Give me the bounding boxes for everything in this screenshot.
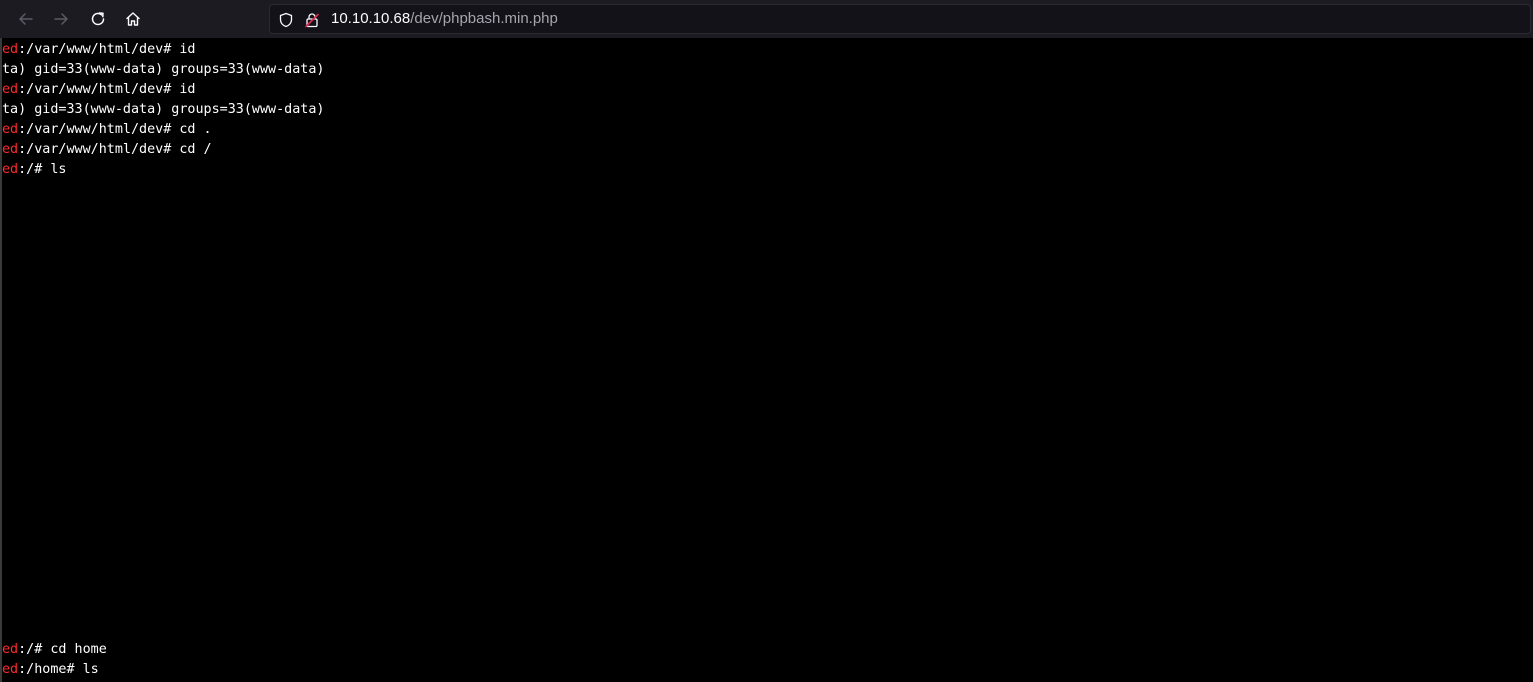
prompt-command: ls <box>74 662 99 677</box>
url-host: 10.10.10.68 <box>331 10 411 27</box>
terminal-output[interactable]: ed:/var/www/html/dev# id ta) gid=33(www-… <box>0 38 1533 682</box>
terminal-prompt-line: ed:/# cd home <box>2 640 107 660</box>
prompt-command: id <box>171 82 196 97</box>
terminal-prompt-line: ed:/var/www/html/dev# cd / <box>2 140 212 160</box>
reload-icon <box>90 11 106 27</box>
arrow-right-icon <box>53 11 69 27</box>
prompt-user: ed <box>2 42 19 57</box>
prompt-command: cd . <box>171 122 212 137</box>
command-output: ta) gid=33(www-data) groups=33(www-data) <box>2 62 325 77</box>
prompt-path: :/# <box>18 642 43 657</box>
terminal-prompt-line: ed:/home# ls <box>2 660 99 680</box>
prompt-user: ed <box>2 122 19 137</box>
reload-button[interactable] <box>84 5 112 33</box>
prompt-command: cd / <box>171 142 212 157</box>
prompt-path: :/var/www/html/dev# <box>18 122 172 137</box>
terminal-prompt-line: ed:/var/www/html/dev# id <box>2 40 196 60</box>
insecure-lock-icon[interactable] <box>303 11 321 29</box>
terminal-prompt-line: ed:/# ls <box>2 160 67 180</box>
prompt-user: ed <box>2 662 19 677</box>
prompt-path: :/home# <box>18 662 75 677</box>
terminal-output-line: ta) gid=33(www-data) groups=33(www-data) <box>2 60 324 80</box>
url-text[interactable]: 10.10.10.68/dev/phpbash.min.php <box>331 5 558 33</box>
prompt-user: ed <box>2 82 19 97</box>
prompt-user: ed <box>2 642 19 657</box>
prompt-path: :/var/www/html/dev# <box>18 82 172 97</box>
terminal-prompt-line: ed:/var/www/html/dev# cd . <box>2 120 212 140</box>
home-button[interactable] <box>119 5 147 33</box>
shield-icon[interactable] <box>277 11 295 29</box>
browser-toolbar: 10.10.10.68/dev/phpbash.min.php <box>0 0 1533 38</box>
forward-button[interactable] <box>47 5 75 33</box>
home-icon <box>125 11 141 27</box>
url-path: /dev/phpbash.min.php <box>410 10 558 27</box>
back-button[interactable] <box>12 5 40 33</box>
address-bar[interactable]: 10.10.10.68/dev/phpbash.min.php <box>269 4 1531 34</box>
arrow-left-icon <box>18 11 34 27</box>
prompt-command: ls <box>42 162 67 177</box>
prompt-user: ed <box>2 162 19 177</box>
prompt-user: ed <box>2 142 19 157</box>
terminal-prompt-line: ed:/var/www/html/dev# id <box>2 80 196 100</box>
prompt-command: cd home <box>42 642 107 657</box>
prompt-path: :/# <box>18 162 43 177</box>
prompt-command: id <box>171 42 196 57</box>
terminal-output-line: ta) gid=33(www-data) groups=33(www-data) <box>2 100 324 120</box>
prompt-path: :/var/www/html/dev# <box>18 142 172 157</box>
command-output: ta) gid=33(www-data) groups=33(www-data) <box>2 102 325 117</box>
prompt-path: :/var/www/html/dev# <box>18 42 172 57</box>
